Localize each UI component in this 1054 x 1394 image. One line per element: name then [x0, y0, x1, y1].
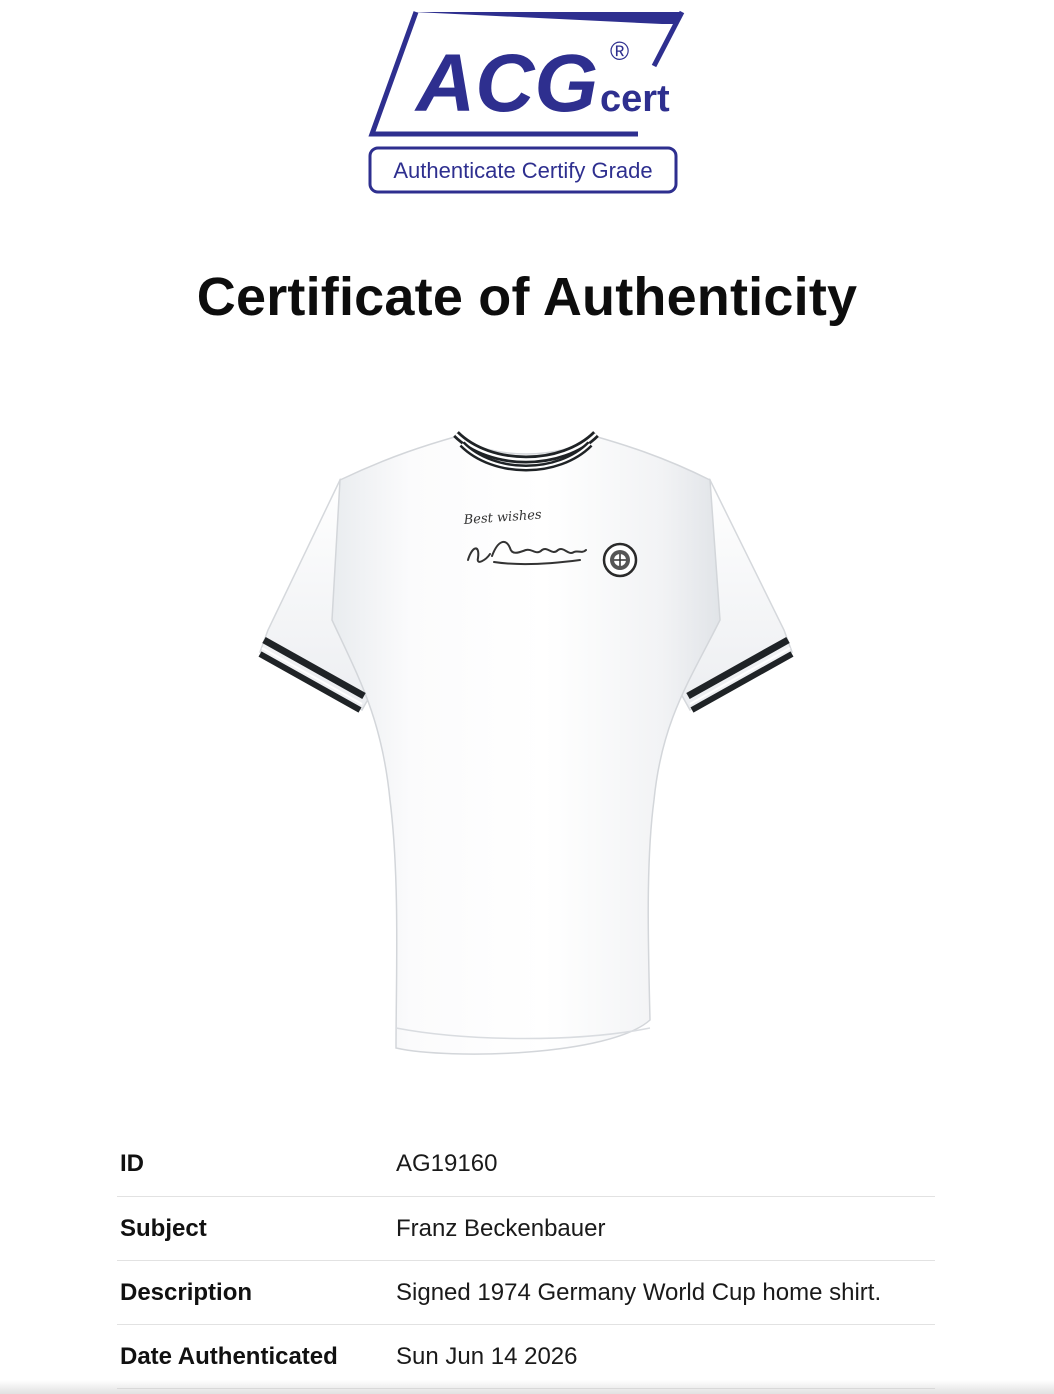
logo-acg-text: ACG [414, 38, 598, 129]
detail-row-id: ID AG19160 [117, 1132, 935, 1197]
certificate-page: ACG ® cert Authenticate Certify Grade Ce… [0, 0, 1054, 1394]
detail-value: Franz Beckenbauer [396, 1214, 606, 1242]
detail-value: Signed 1974 Germany World Cup home shirt… [396, 1278, 882, 1306]
logo-tagline: Authenticate Certify Grade [393, 158, 652, 183]
detail-value: Sun Jun 14 2026 [396, 1342, 578, 1370]
detail-label: Subject [120, 1214, 207, 1242]
detail-row-subject: Subject Franz Beckenbauer [117, 1197, 935, 1261]
detail-label: Date Authenticated [120, 1342, 338, 1370]
detail-value: AG19160 [396, 1150, 498, 1177]
logo-registered-mark: ® [610, 36, 629, 66]
detail-label: Description [120, 1278, 253, 1306]
certificate-details-table: ID AG19160 Subject Franz Beckenbauer Des… [117, 1132, 935, 1389]
logo-cert-text: cert [600, 78, 670, 120]
detail-row-description: Description Signed 1974 Germany World Cu… [117, 1261, 935, 1325]
page-bottom-shadow [0, 1380, 1054, 1394]
page-title: Certificate of Authenticity [196, 267, 858, 327]
acg-cert-logo: ACG ® cert Authenticate Certify Grade [364, 8, 688, 198]
signed-shirt-image: Best wishes [250, 420, 802, 1070]
detail-label: ID [120, 1150, 144, 1177]
